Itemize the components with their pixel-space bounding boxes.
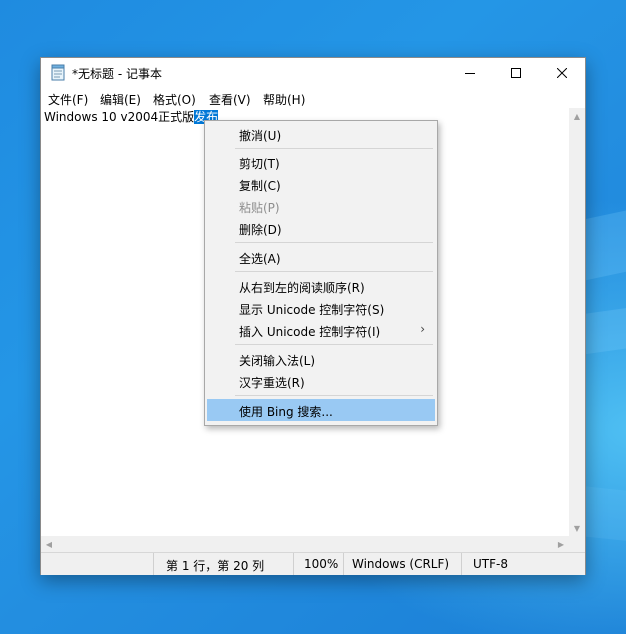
context-item-label: 显示 Unicode 控制字符(S) — [239, 303, 385, 317]
context-item-label: 剪切(T) — [239, 157, 280, 171]
context-item-paste: 粘贴(P) — [207, 195, 435, 217]
minimize-button[interactable] — [447, 58, 493, 88]
vertical-scrollbar[interactable]: ▲ ▼ — [569, 108, 585, 543]
status-cell-position: 第 1 行，第 20 列 — [153, 553, 294, 575]
context-item-insert-unicode-control[interactable]: 插入 Unicode 控制字符(I) › — [207, 319, 435, 341]
context-item-label: 撤消(U) — [239, 129, 282, 143]
menu-file[interactable]: 文件(F) — [48, 91, 88, 108]
context-item-label: 关闭输入法(L) — [239, 354, 316, 368]
context-item-label: 全选(A) — [239, 252, 281, 266]
editor-text: Windows 10 v2004正式版 — [44, 110, 195, 124]
menu-bar: 文件(F) 编辑(E) 格式(O) 查看(V) 帮助(H) — [41, 88, 585, 108]
menu-edit[interactable]: 编辑(E) — [100, 91, 141, 108]
title-bar[interactable]: *无标题 - 记事本 — [41, 58, 585, 88]
context-item-delete[interactable]: 删除(D) — [207, 217, 435, 239]
context-separator — [235, 148, 433, 149]
scroll-down-arrow-icon[interactable]: ▼ — [569, 520, 585, 536]
status-cursor-position: 第 1 行，第 20 列 — [166, 559, 265, 573]
menu-help[interactable]: 帮助(H) — [263, 91, 305, 108]
scroll-up-arrow-icon[interactable]: ▲ — [569, 108, 585, 124]
horizontal-scrollbar[interactable]: ◀ ▶ — [41, 536, 569, 552]
context-separator — [235, 344, 433, 345]
close-icon — [557, 68, 567, 78]
context-item-show-unicode-control[interactable]: 显示 Unicode 控制字符(S) — [207, 297, 435, 319]
maximize-button[interactable] — [493, 58, 539, 88]
context-separator — [235, 395, 433, 396]
notepad-icon — [51, 64, 65, 81]
scrollbar-corner — [569, 536, 585, 552]
minimize-icon — [465, 73, 475, 74]
menu-view[interactable]: 查看(V) — [209, 91, 251, 108]
editor-text-line: Windows 10 v2004正式版发布 — [44, 109, 219, 125]
submenu-chevron-icon: › — [420, 322, 425, 336]
context-item-undo[interactable]: 撤消(U) — [207, 123, 435, 145]
context-menu: 撤消(U) 剪切(T) 复制(C) 粘贴(P) 删除(D) 全选(A) 从右到左… — [204, 120, 438, 426]
status-bar: 第 1 行，第 20 列 100% Windows (CRLF) UTF-8 — [41, 552, 585, 575]
status-line-ending: Windows (CRLF) — [352, 557, 450, 571]
context-item-label: 粘贴(P) — [239, 201, 280, 215]
context-separator — [235, 242, 433, 243]
status-cell-line-ending: Windows (CRLF) — [343, 553, 462, 575]
context-item-reconversion[interactable]: 汉字重选(R) — [207, 370, 435, 392]
maximize-icon — [511, 68, 521, 78]
context-item-bing-search[interactable]: 使用 Bing 搜索... — [207, 399, 435, 421]
context-item-rtl-reading-order[interactable]: 从右到左的阅读顺序(R) — [207, 275, 435, 297]
context-separator — [235, 271, 433, 272]
context-item-label: 使用 Bing 搜索... — [239, 405, 333, 419]
scroll-left-arrow-icon[interactable]: ◀ — [41, 536, 57, 552]
context-item-label: 从右到左的阅读顺序(R) — [239, 281, 365, 295]
context-item-close-ime[interactable]: 关闭输入法(L) — [207, 348, 435, 370]
status-encoding: UTF-8 — [473, 557, 508, 571]
scroll-right-arrow-icon[interactable]: ▶ — [553, 536, 569, 552]
context-item-label: 删除(D) — [239, 223, 282, 237]
status-cell-encoding: UTF-8 — [461, 553, 570, 575]
context-item-copy[interactable]: 复制(C) — [207, 173, 435, 195]
context-item-label: 插入 Unicode 控制字符(I) — [239, 325, 381, 339]
window-title: *无标题 - 记事本 — [72, 67, 162, 81]
menu-format[interactable]: 格式(O) — [153, 91, 196, 108]
context-item-label: 汉字重选(R) — [239, 376, 305, 390]
context-item-select-all[interactable]: 全选(A) — [207, 246, 435, 268]
status-zoom: 100% — [304, 557, 339, 571]
close-button[interactable] — [539, 58, 585, 88]
context-item-cut[interactable]: 剪切(T) — [207, 151, 435, 173]
status-cell-zoom: 100% — [293, 553, 344, 575]
context-item-label: 复制(C) — [239, 179, 281, 193]
